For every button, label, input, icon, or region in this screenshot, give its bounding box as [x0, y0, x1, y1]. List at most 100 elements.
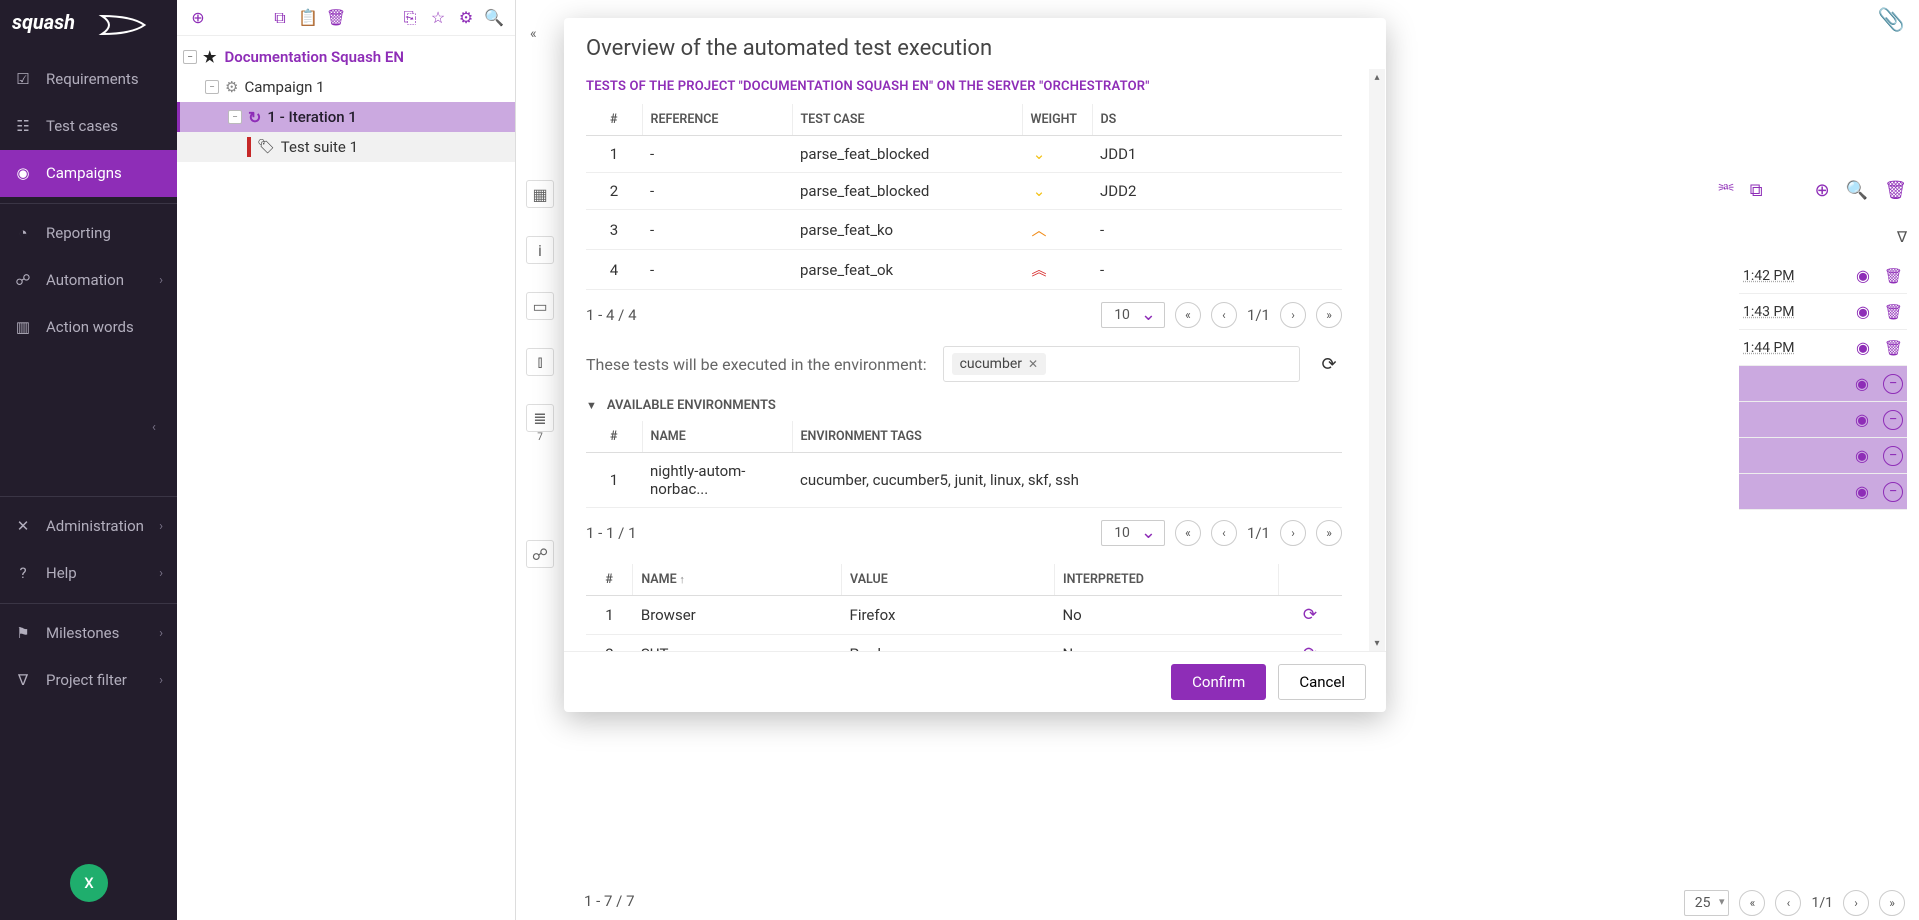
execution-row[interactable]: 1:43 PM ◉ 🗑 [1739, 294, 1907, 330]
last-page-button[interactable]: » [1879, 890, 1905, 916]
remove-tag-icon[interactable]: ✕ [1028, 357, 1038, 371]
dashboard-icon[interactable]: ▦ [526, 180, 554, 208]
nav-project-filter[interactable]: ∇Project filter› [0, 657, 177, 704]
tag-add-icon[interactable]: ⎃ [1719, 180, 1734, 201]
col-num[interactable]: # [586, 104, 642, 136]
star-icon[interactable]: ☆ [427, 7, 449, 29]
col-ds[interactable]: DS [1092, 104, 1342, 136]
tree-campaign[interactable]: − ⚙ Campaign 1 [177, 72, 515, 102]
tree-iteration[interactable]: − ↻ 1 - Iteration 1 [177, 102, 515, 132]
add-circle-icon[interactable]: ⊕ [1815, 180, 1830, 201]
play-icon[interactable]: ◉ [1855, 482, 1869, 501]
table-row[interactable]: 2 SUT Prod No ⟳ [586, 635, 1342, 652]
play-icon[interactable]: ◉ [1855, 410, 1869, 429]
paste-icon[interactable]: 📋 [297, 7, 319, 29]
panel-collapse[interactable]: « [530, 26, 537, 42]
nav-campaigns[interactable]: ◉Campaigns [0, 150, 177, 197]
tree-suite[interactable]: 🏷 Test suite 1 [177, 132, 515, 162]
execution-row[interactable]: ◉ − [1739, 438, 1907, 474]
available-env-header[interactable]: ▼ AVAILABLE ENVIRONMENTS [586, 398, 1380, 413]
list-icon[interactable]: ≣7 [526, 404, 554, 432]
page-size-select[interactable]: 25 [1684, 890, 1730, 916]
table-row[interactable]: 1 - parse_feat_blocked ⌄ JDD1 [586, 136, 1342, 173]
table-row[interactable]: 4 - parse_feat_ok ︽ - [586, 250, 1342, 290]
page-size-select[interactable]: 10 [1101, 520, 1165, 546]
attachment-icon[interactable]: 📎 [1878, 8, 1905, 33]
play-icon[interactable]: ◉ [1856, 302, 1870, 321]
filter-icon[interactable]: ∇ [1897, 228, 1907, 246]
delete-icon[interactable]: 🗑 [1884, 267, 1903, 285]
col-num[interactable]: # [586, 421, 642, 453]
scroll-down-icon[interactable]: ▾ [1369, 635, 1385, 651]
calendar-icon[interactable]: ▭ [526, 292, 554, 320]
col-interpreted[interactable]: INTERPRETED [1054, 564, 1278, 596]
collapse-icon[interactable]: − [205, 80, 219, 94]
prev-page-button[interactable]: ‹ [1775, 890, 1801, 916]
play-icon[interactable]: ◉ [1856, 266, 1870, 285]
sync-icon[interactable]: ⟳ [1278, 635, 1342, 652]
last-page-button[interactable]: » [1316, 302, 1342, 328]
col-weight[interactable]: WEIGHT [1022, 104, 1092, 136]
collapse-icon[interactable]: − [228, 110, 242, 124]
cancel-button[interactable]: Cancel [1278, 664, 1366, 700]
export-icon[interactable]: ⎘ [399, 7, 421, 29]
remove-icon[interactable]: − [1883, 446, 1903, 466]
execution-row[interactable]: 1:44 PM ◉ 🗑 [1739, 330, 1907, 366]
col-value[interactable]: VALUE [842, 564, 1055, 596]
scroll-up-icon[interactable]: ▴ [1369, 69, 1385, 85]
col-num[interactable]: # [586, 564, 633, 596]
avatar[interactable]: X [70, 864, 108, 902]
gear-icon[interactable]: ⚙ [455, 7, 477, 29]
search-icon[interactable]: 🔍 [1846, 180, 1868, 201]
col-reference[interactable]: REFERENCE [642, 104, 792, 136]
chart-icon[interactable]: ⫾ [526, 348, 554, 376]
nav-milestones[interactable]: ⚑Milestones› [0, 610, 177, 657]
remove-icon[interactable]: − [1883, 482, 1903, 502]
refresh-icon[interactable]: ⟳ [1316, 351, 1342, 377]
nav-automation[interactable]: ☍Automation› [0, 257, 177, 304]
table-row[interactable]: 1 Browser Firefox No ⟳ [586, 596, 1342, 635]
table-row[interactable]: 1 nightly-autom-norbac... cucumber, cucu… [586, 453, 1342, 508]
col-name[interactable]: NAME [633, 564, 842, 596]
play-icon[interactable]: ◉ [1856, 338, 1870, 357]
play-icon[interactable]: ◉ [1855, 374, 1869, 393]
first-page-button[interactable]: « [1739, 890, 1765, 916]
prev-page-button[interactable]: ‹ [1211, 520, 1237, 546]
sync-icon[interactable]: ⟳ [1278, 596, 1342, 635]
first-page-button[interactable]: « [1175, 520, 1201, 546]
next-page-button[interactable]: › [1280, 302, 1306, 328]
nav-reporting[interactable]: ◔Reporting [0, 210, 177, 257]
delete-icon[interactable]: 🗑 [325, 7, 347, 29]
tree-project[interactable]: − ★ Documentation Squash EN [177, 42, 515, 72]
prev-page-button[interactable]: ‹ [1211, 302, 1237, 328]
table-row[interactable]: 2 - parse_feat_blocked ⌄ JDD2 [586, 173, 1342, 210]
robot-icon[interactable]: ☍ [526, 540, 554, 568]
search-icon[interactable]: 🔍 [483, 7, 505, 29]
collapse-icon[interactable]: − [183, 50, 197, 64]
remove-icon[interactable]: − [1883, 374, 1903, 394]
add-icon[interactable]: ⊕ [187, 7, 209, 29]
nav-help[interactable]: ?Help› [0, 550, 177, 597]
delete-icon[interactable]: 🗑 [1884, 180, 1907, 201]
copy-icon[interactable]: ⧉ [269, 7, 291, 29]
execution-row[interactable]: ◉ − [1739, 366, 1907, 402]
next-page-button[interactable]: › [1843, 890, 1869, 916]
first-page-button[interactable]: « [1175, 302, 1201, 328]
play-icon[interactable]: ◉ [1855, 446, 1869, 465]
nav-requirements[interactable]: ☑Requirements [0, 56, 177, 103]
col-name[interactable]: NAME [642, 421, 792, 453]
last-page-button[interactable]: » [1316, 520, 1342, 546]
page-size-select[interactable]: 10 [1101, 302, 1165, 328]
col-tags[interactable]: ENVIRONMENT TAGS [792, 421, 1342, 453]
sidebar-collapse[interactable]: ‹ [152, 420, 156, 435]
scrollbar[interactable]: ▴ ▾ [1369, 69, 1385, 651]
info-icon[interactable]: i [526, 236, 554, 264]
execution-row[interactable]: ◉ − [1739, 474, 1907, 510]
nav-test-cases[interactable]: ☷Test cases [0, 103, 177, 150]
multi-tag-icon[interactable]: ⧉ [1750, 180, 1763, 201]
nav-action-words[interactable]: ▥Action words [0, 304, 177, 351]
confirm-button[interactable]: Confirm [1171, 664, 1266, 700]
nav-administration[interactable]: ✕Administration› [0, 503, 177, 550]
delete-icon[interactable]: 🗑 [1884, 339, 1903, 357]
execution-row[interactable]: ◉ − [1739, 402, 1907, 438]
